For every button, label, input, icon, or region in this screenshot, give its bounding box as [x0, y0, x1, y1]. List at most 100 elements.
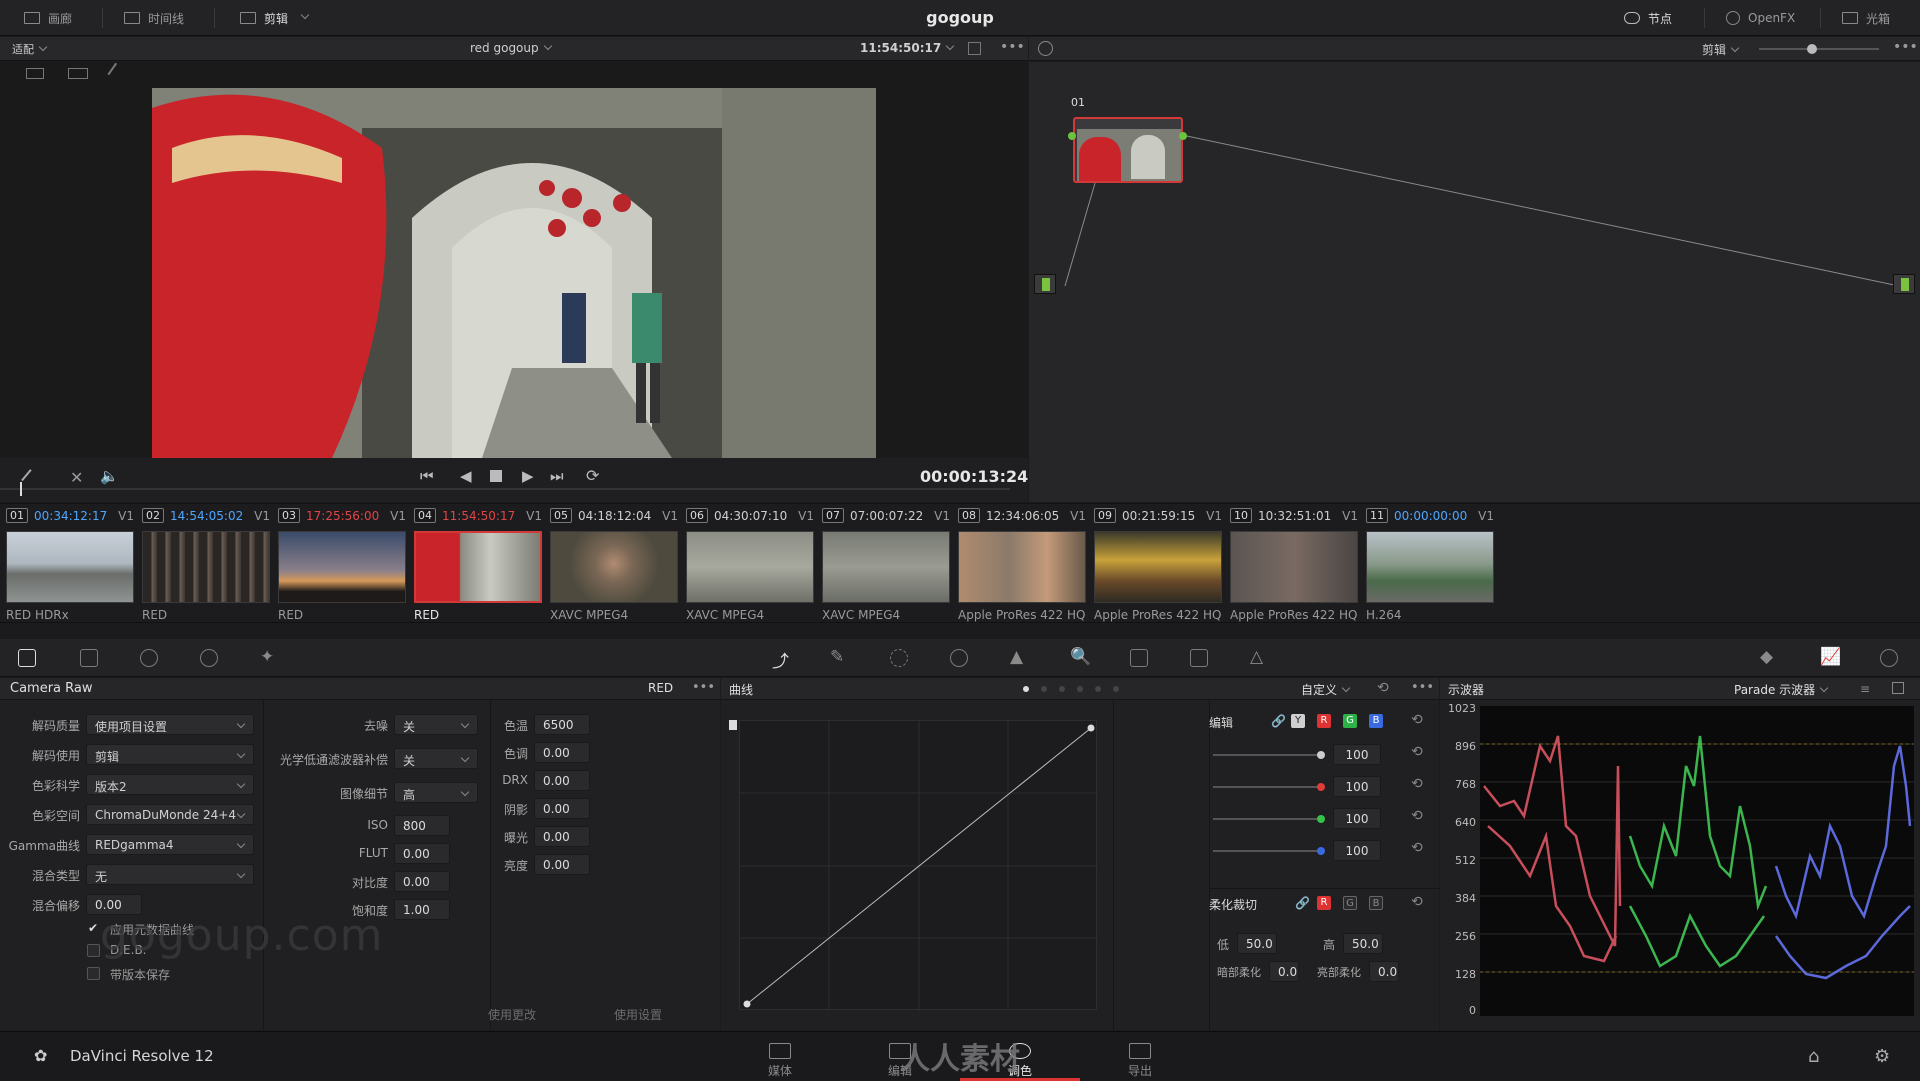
page-dot[interactable]: [1095, 686, 1101, 692]
fullscreen-icon[interactable]: [968, 42, 981, 55]
flut-field[interactable]: 0.00: [394, 843, 450, 864]
playhead[interactable]: [20, 482, 22, 496]
page-dropdown[interactable]: 剪辑: [240, 0, 310, 36]
go-to-start-icon[interactable]: ⏮: [420, 467, 434, 485]
channel-b-button[interactable]: B: [1369, 714, 1383, 728]
scope-mode-dropdown[interactable]: Parade 示波器: [1734, 681, 1829, 698]
clip-02[interactable]: 02 14:54:05:02 V1 RED: [136, 504, 272, 624]
loop-icon[interactable]: ⟳: [586, 466, 599, 485]
volume-icon[interactable]: 🔈: [100, 467, 119, 485]
curves-icon[interactable]: ⤴: [772, 647, 789, 672]
clip-09[interactable]: 09 00:21:59:15 V1 Apple ProRes 422 HQ: [1088, 504, 1224, 624]
denoise-select[interactable]: 关: [394, 714, 478, 735]
exposure-field[interactable]: 0.00: [534, 826, 590, 847]
decode-quality-select[interactable]: 使用项目设置: [86, 714, 254, 735]
saturation-field[interactable]: 1.00: [394, 899, 450, 920]
zoom-slider[interactable]: [1759, 44, 1879, 54]
tracker-icon[interactable]: [950, 649, 968, 667]
node-01[interactable]: [1073, 117, 1183, 183]
checkbox-checked-icon[interactable]: ✔: [88, 921, 98, 935]
b-slider[interactable]: [1213, 847, 1325, 855]
curves-mode-dropdown[interactable]: 自定义: [1301, 681, 1351, 698]
rgb-mixer-icon[interactable]: [200, 649, 218, 667]
deliver-page-button[interactable]: 导出: [1080, 1032, 1200, 1081]
b-value[interactable]: 100: [1333, 840, 1381, 861]
page-dot[interactable]: [1059, 686, 1065, 692]
openfx-button[interactable]: OpenFX: [1726, 0, 1795, 36]
clip-04[interactable]: 04 11:54:50:17 V1 RED: [408, 504, 544, 624]
home-icon[interactable]: ⌂: [1808, 1046, 1819, 1067]
channel-y-button[interactable]: Y: [1291, 714, 1305, 728]
scope-expand-icon[interactable]: [1892, 682, 1904, 694]
node-output-dot[interactable]: [1179, 132, 1187, 140]
iso-field[interactable]: 800: [394, 815, 450, 836]
split-view-icon[interactable]: [68, 68, 88, 79]
decode-using-select[interactable]: 剪辑: [86, 744, 254, 765]
window-icon[interactable]: [890, 649, 908, 667]
page-dot[interactable]: [1041, 686, 1047, 692]
olpf-compensation-select[interactable]: 关: [394, 748, 478, 769]
clip-11[interactable]: 11 00:00:00:00 V1 H.264: [1360, 504, 1496, 624]
soft-clip-link-icon[interactable]: 🔗: [1295, 896, 1310, 910]
clip-07[interactable]: 07 07:00:07:22 V1 XAVC MPEG4: [816, 504, 952, 624]
contrast-field[interactable]: 0.00: [394, 871, 450, 892]
viewer-timecode[interactable]: 11:54:50:17: [860, 41, 955, 55]
scope-toggle-icon[interactable]: 📈: [1820, 647, 1841, 667]
gamma-curve-select[interactable]: REDgamma4: [86, 834, 254, 855]
magic-wand-icon[interactable]: [107, 62, 129, 84]
use-changes-button[interactable]: 使用更改: [488, 1006, 536, 1023]
channel-r-button[interactable]: R: [1317, 714, 1331, 728]
key-icon[interactable]: 🔍: [1070, 647, 1091, 667]
lightbox-button[interactable]: 光箱: [1842, 0, 1890, 36]
more-options-icon[interactable]: •••: [1000, 39, 1025, 55]
low-soft-field[interactable]: 0.0: [1269, 961, 1299, 982]
brightness-field[interactable]: 0.00: [534, 854, 590, 875]
b-reset-icon[interactable]: ⟲: [1411, 840, 1423, 856]
node-input-dot[interactable]: [1068, 132, 1076, 140]
go-to-end-icon[interactable]: ⏭: [550, 467, 564, 485]
media-page-button[interactable]: 媒体: [720, 1032, 840, 1081]
soft-clip-reset-icon[interactable]: ⟲: [1411, 894, 1423, 910]
curve-graph[interactable]: [739, 720, 1098, 1011]
y-reset-icon[interactable]: ⟲: [1411, 744, 1423, 760]
node-more-icon[interactable]: •••: [1893, 39, 1918, 55]
g-reset-icon[interactable]: ⟲: [1411, 808, 1423, 824]
clip-10[interactable]: 10 10:32:51:01 V1 Apple ProRes 422 HQ: [1224, 504, 1360, 624]
g-value[interactable]: 100: [1333, 808, 1381, 829]
color-space-select[interactable]: ChromaDuMonde 24+4: [86, 804, 254, 825]
tint-field[interactable]: 0.00: [534, 742, 590, 763]
stop-icon[interactable]: [490, 470, 502, 482]
scrubber-bar[interactable]: [0, 482, 1010, 496]
r-reset-icon[interactable]: ⟲: [1411, 776, 1423, 792]
clip-03[interactable]: 03 17:25:56:00 V1 RED: [272, 504, 408, 624]
play-icon[interactable]: ▶: [522, 467, 534, 485]
soft-clip-b-button[interactable]: B: [1369, 896, 1383, 910]
color-temp-field[interactable]: 6500: [534, 714, 590, 735]
r-slider[interactable]: [1213, 783, 1325, 791]
clip-06[interactable]: 06 04:30:07:10 V1 XAVC MPEG4: [680, 504, 816, 624]
low-field[interactable]: 50.0: [1237, 933, 1277, 954]
node-mode-dropdown[interactable]: 剪辑: [1702, 41, 1740, 58]
keyframe-icon[interactable]: △: [1250, 647, 1263, 667]
channel-g-button[interactable]: G: [1343, 714, 1357, 728]
use-settings-button[interactable]: 使用设置: [614, 1006, 662, 1023]
play-reverse-icon[interactable]: ◀: [460, 467, 472, 485]
close-icon[interactable]: ✕: [70, 468, 83, 487]
output-node[interactable]: [1893, 274, 1915, 294]
clip-01[interactable]: 01 00:34:12:17 V1 RED HDRx: [0, 504, 136, 624]
r-value[interactable]: 100: [1333, 776, 1381, 797]
fit-dropdown[interactable]: 适配: [12, 41, 48, 57]
panel-more-icon[interactable]: •••: [692, 680, 715, 695]
link-icon[interactable]: 🔗: [1271, 714, 1286, 728]
drx-field[interactable]: 0.00: [534, 770, 590, 791]
clip-name-dropdown[interactable]: red gogoup: [470, 41, 552, 55]
high-soft-field[interactable]: 0.0: [1369, 961, 1399, 982]
gallery-button[interactable]: 画廊: [24, 0, 72, 36]
blend-type-select[interactable]: 无: [86, 864, 254, 885]
save-with-version-checkbox[interactable]: [87, 967, 100, 980]
clip-05[interactable]: 05 04:18:12:04 V1 XAVC MPEG4: [544, 504, 680, 624]
image-detail-select[interactable]: 高: [394, 782, 478, 803]
source-input-node[interactable]: [1034, 274, 1056, 294]
curve-handle-icon[interactable]: [729, 720, 737, 730]
high-field[interactable]: 50.0: [1343, 933, 1383, 954]
